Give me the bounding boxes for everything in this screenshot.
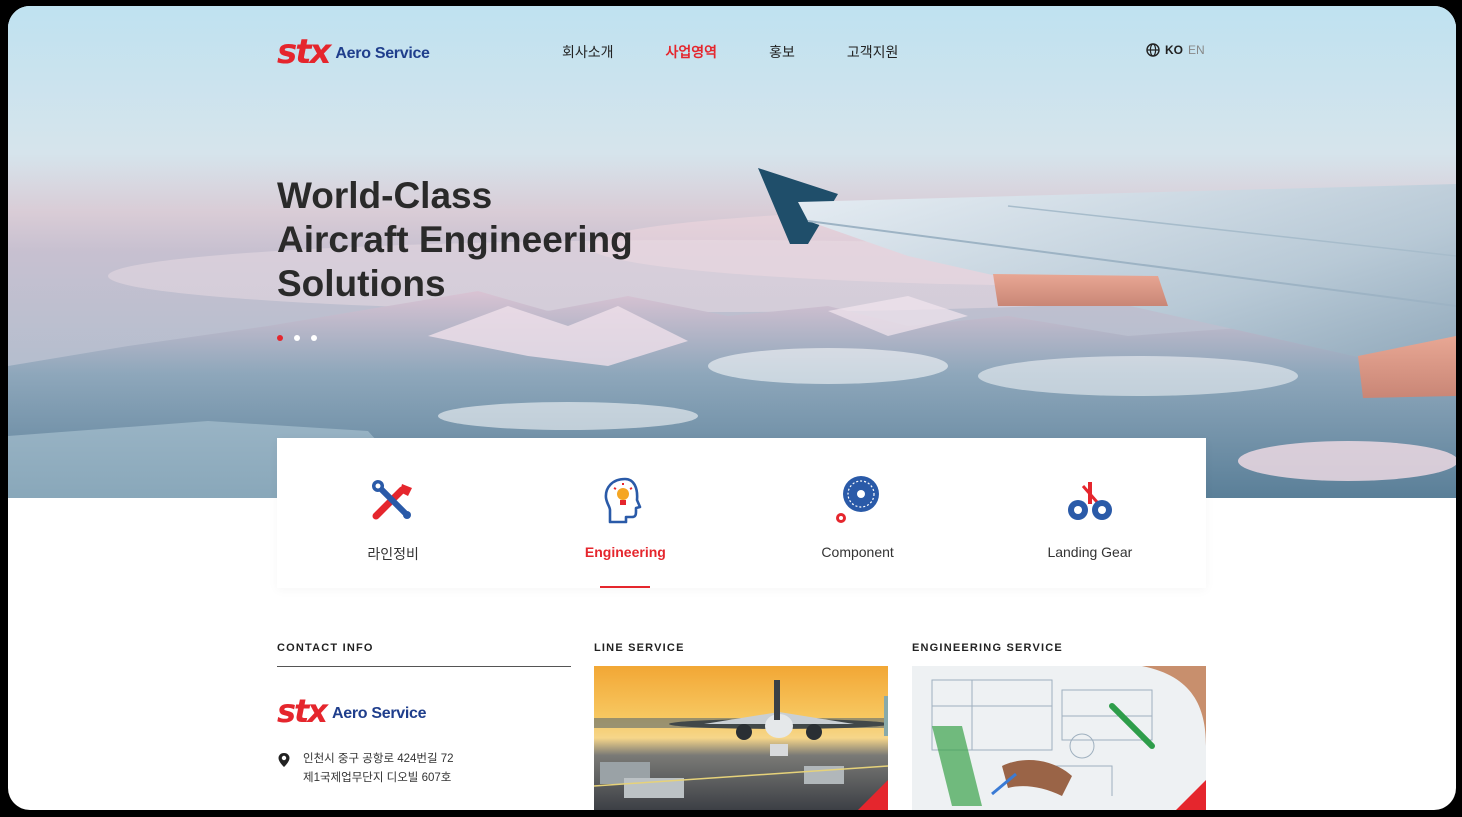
location-pin-icon	[278, 753, 290, 767]
airplane-at-sunset-image	[594, 666, 888, 810]
slide-dot-2[interactable]	[294, 335, 300, 341]
hero-title-line-3: Solutions	[277, 263, 446, 304]
hero-title-line-2: Aircraft Engineering	[277, 219, 633, 260]
nav-item-business[interactable]: 사업영역	[666, 42, 718, 62]
browser-frame: stx Aero Service 회사소개 사업영역 홍보 고객지원 KO EN…	[8, 6, 1456, 810]
hero-banner: stx Aero Service 회사소개 사업영역 홍보 고객지원 KO EN…	[8, 6, 1456, 498]
slide-dot-3[interactable]	[311, 335, 317, 341]
service-label-engineering: Engineering	[584, 544, 666, 560]
red-corner-accent	[1176, 780, 1206, 810]
footer-brand-logo: stx Aero Service	[277, 692, 427, 730]
active-tab-indicator	[600, 586, 651, 588]
contact-address: 인천시 중구 공항로 424번길 72 제1국제업무단지 디오빌 607호	[277, 750, 454, 788]
brand-logo[interactable]: stx Aero Service	[277, 32, 430, 72]
tools-icon	[372, 480, 413, 520]
landing-gear-icon	[1067, 482, 1112, 520]
hero-title: World-Class Aircraft Engineering Solutio…	[277, 174, 797, 306]
red-corner-accent	[858, 780, 888, 810]
engineering-service-title: ENGINEERING SERVICE	[912, 642, 1063, 654]
service-tab-engineering[interactable]: Engineering	[509, 438, 741, 588]
line-service-title: LINE SERVICE	[594, 642, 685, 654]
nav-item-support[interactable]: 고객지원	[847, 42, 899, 62]
contact-divider	[277, 666, 571, 667]
hero-title-line-1: World-Class	[277, 175, 493, 216]
address-line-1: 인천시 중구 공항로 424번길 72	[303, 753, 454, 765]
line-service-image[interactable]	[594, 666, 888, 810]
service-tab-landing-gear[interactable]: Landing Gear	[974, 438, 1206, 588]
brand-name: Aero Service	[335, 45, 430, 62]
blueprint-drawing-image	[912, 666, 1206, 810]
engineering-service-image[interactable]	[912, 666, 1206, 810]
main-nav: 회사소개 사업영역 홍보 고객지원	[562, 42, 950, 62]
contact-info-title: CONTACT INFO	[277, 642, 374, 654]
language-switcher: KO EN	[1146, 43, 1205, 57]
service-tab-line-maintenance[interactable]: 라인정비	[277, 438, 509, 588]
turbine-gear-icon	[835, 476, 879, 523]
service-tab-component[interactable]: Component	[742, 438, 974, 588]
service-tabs: 라인정비 Engineering Component Landing Gear	[277, 438, 1206, 588]
footer-brand-name: Aero Service	[331, 705, 427, 722]
lang-en[interactable]: EN	[1188, 43, 1205, 57]
globe-icon	[1146, 43, 1160, 57]
slide-dot-1[interactable]	[277, 335, 283, 341]
head-lightbulb-icon	[605, 477, 642, 524]
brand-mark: stx	[277, 32, 331, 72]
service-label-line-maintenance: 라인정비	[367, 546, 419, 562]
address-line-2: 제1국제업무단지 디오빌 607호	[303, 772, 452, 784]
slide-pagination	[277, 335, 317, 341]
nav-item-company[interactable]: 회사소개	[562, 42, 614, 62]
lang-ko[interactable]: KO	[1165, 43, 1183, 57]
footer-brand-mark: stx	[277, 692, 328, 730]
service-label-component: Component	[821, 544, 894, 560]
service-label-landing-gear: Landing Gear	[1047, 544, 1133, 560]
nav-item-pr[interactable]: 홍보	[769, 42, 795, 62]
